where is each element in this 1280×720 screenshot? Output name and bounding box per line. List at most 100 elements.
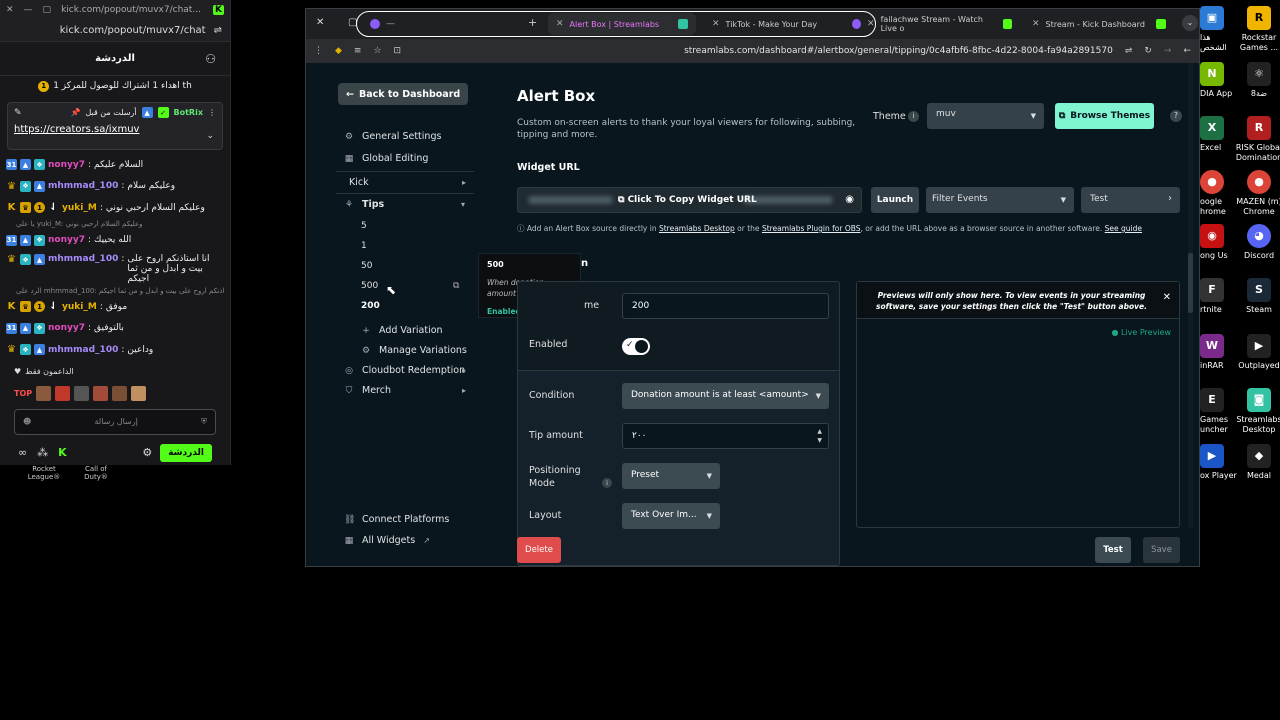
variation-item[interactable]: 500	[361, 281, 378, 291]
infinity-icon[interactable]: ∞	[18, 446, 27, 459]
site-info-icon[interactable]: ⊡	[394, 46, 402, 56]
chat-send-button[interactable]: الدردشة	[160, 443, 212, 462]
info-icon[interactable]: i	[908, 111, 919, 122]
close-icon[interactable]: ✕	[6, 5, 14, 15]
desktop-icon-streamlabs[interactable]: ◙ Streamlabs Desktop	[1230, 388, 1280, 435]
chat-message[interactable]: ♛ ❖ ▲ mhmmad_100: انا استاذنكم اروح على بيت …	[6, 251, 224, 285]
tip-amount-input[interactable]: ٢٠٠ ▲ ▼	[622, 423, 829, 449]
tab-list-chevron-icon[interactable]: ⌄	[1182, 15, 1198, 31]
menu-dots-icon[interactable]: ⋮	[314, 46, 323, 56]
chat-username[interactable]: nonyy7	[48, 235, 85, 245]
chat-message[interactable]: K ♛ 1 ⇃ yuki_M: وعليكم السلام ارحبي نوني	[6, 197, 224, 219]
chat-username[interactable]: yuki_M	[62, 302, 97, 312]
condition-select[interactable]: Donation amount is at least <amount> ▼	[622, 383, 829, 409]
new-tab-icon[interactable]: +	[528, 16, 537, 29]
restore-icon[interactable]: ▢	[43, 5, 52, 15]
delete-button[interactable]: Delete	[517, 537, 561, 563]
chat-message[interactable]: 31 ▲ ❖ nonyy7: الله يحييك	[6, 230, 224, 252]
variation-item[interactable]: 50	[361, 261, 372, 271]
chat-username[interactable]: mhmmad_100	[48, 181, 118, 191]
forward-icon[interactable]: →	[1164, 46, 1172, 56]
chat-username[interactable]: yuki_M	[62, 203, 97, 213]
gear-icon[interactable]: ⚙	[142, 446, 152, 459]
pin-icon[interactable]: 📌	[70, 108, 80, 117]
desktop-icon-risk[interactable]: R RISK Global Domination	[1230, 116, 1280, 163]
avatar[interactable]	[36, 386, 52, 401]
variation-item[interactable]: 5	[361, 221, 367, 231]
close-window-icon[interactable]: ✕	[316, 17, 324, 28]
nav-merch[interactable]: ⛉ Merch	[344, 385, 391, 396]
extension-icon[interactable]: ◆	[335, 46, 342, 56]
pinned-link[interactable]: https://creators.sa/ixmuv	[14, 124, 216, 135]
chat-message[interactable]: 31 ▲ ❖ nonyy7: بالتوفيق	[6, 318, 224, 340]
nav-general-settings[interactable]: ⚙ General Settings	[344, 131, 441, 142]
tab-alert-box[interactable]: ✕ Alert Box | Streamlabs	[548, 13, 696, 35]
tune-icon[interactable]: ⇌	[1125, 46, 1133, 56]
streamlabs-desktop-link[interactable]: Streamlabs Desktop	[659, 224, 735, 233]
shield-icon[interactable]: ⛨	[201, 417, 207, 427]
desktop-label-rocket-league[interactable]: Rocket League®	[26, 465, 62, 481]
help-icon[interactable]: ?	[1170, 110, 1182, 122]
close-tab-icon[interactable]: ✕	[867, 19, 875, 29]
url-field[interactable]: streamlabs.com/dashboard#/alertbox/gener…	[684, 46, 1113, 56]
duplicate-icon[interactable]: ⧉	[453, 281, 459, 291]
theme-select[interactable]: muv ▼	[927, 103, 1044, 129]
add-variation-button[interactable]: + Add Variation	[361, 325, 442, 336]
test-button[interactable]: Test	[1095, 537, 1131, 563]
variation-item-selected[interactable]: 200	[361, 301, 380, 311]
pin-icon[interactable]: ✎	[14, 108, 22, 118]
more-icon[interactable]: ⋮	[208, 108, 216, 117]
close-tab-icon[interactable]: ✕	[556, 19, 564, 29]
desktop-icon-outplayed[interactable]: ▶ Outplayed	[1230, 334, 1280, 371]
desktop-label-cod[interactable]: Call of Duty®	[78, 465, 114, 481]
minimize-icon[interactable]: —	[24, 5, 33, 15]
close-icon[interactable]: ✕	[1163, 292, 1171, 303]
tab-0[interactable]: —	[362, 13, 403, 35]
kick-icon[interactable]: K	[58, 446, 67, 459]
tab-failachwe[interactable]: ✕ failachwe Stream - Watch Live o	[844, 13, 1020, 35]
nav-kick[interactable]: Kick	[349, 177, 369, 188]
chat-input[interactable]: ☻ إرسال رسالة ⛨	[14, 408, 216, 435]
desktop-icon-rockstar[interactable]: R Rockstar Games ...	[1230, 6, 1280, 53]
browse-themes-button[interactable]: ⧉ Browse Themes	[1055, 103, 1154, 129]
chat-message[interactable]: 31 ▲ ❖ nonyy7: السلام عليكم	[6, 154, 224, 176]
scrollbar-thumb[interactable]	[1188, 253, 1193, 313]
copy-widget-url[interactable]: ⧉ Click To Copy Widget URL	[618, 195, 757, 205]
enabled-toggle[interactable]: ✓	[622, 338, 650, 355]
chat-message[interactable]: ♛ ❖ ▲ mhmmad_100: وداعين	[6, 339, 224, 361]
list-icon[interactable]: ≡	[354, 46, 362, 56]
desktop-icon-medal[interactable]: ◆ Medal	[1230, 444, 1280, 481]
dots-icon[interactable]: ⁂	[37, 446, 48, 459]
nav-global-editing[interactable]: ▦ Global Editing	[344, 153, 429, 164]
launch-button[interactable]: Launch	[871, 187, 919, 213]
manage-variations-button[interactable]: ⚙ Manage Variations	[361, 345, 467, 356]
test-dropdown[interactable]: Test ›	[1081, 187, 1180, 213]
chat-username[interactable]: mhmmad_100	[48, 345, 118, 355]
desktop-icon-steam[interactable]: S Steam	[1230, 278, 1280, 315]
see-guide-link[interactable]: See guide	[1105, 224, 1142, 233]
pinned-user[interactable]: BotRix	[174, 108, 203, 117]
desktop-icon-8[interactable]: ⚛ 8ضة	[1230, 62, 1280, 99]
avatar[interactable]	[112, 386, 128, 401]
variation-item[interactable]: 1	[361, 241, 367, 251]
layout-select[interactable]: Text Over Im... ▼	[622, 503, 720, 529]
star-icon[interactable]: ☆	[373, 46, 381, 56]
info-icon[interactable]: i	[602, 478, 612, 488]
settings-icon[interactable]: ⇌	[214, 25, 222, 36]
nav-connect-platforms[interactable]: ⛓ Connect Platforms	[344, 514, 449, 525]
chat-message[interactable]: ♛ ❖ ▲ mhmmad_100: وعليكم سلام	[6, 176, 224, 198]
nav-cloudbot-redemption[interactable]: ◎ Cloudbot Redemption	[344, 365, 465, 376]
avatar[interactable]	[74, 386, 90, 401]
avatar[interactable]	[55, 386, 71, 401]
desktop-icon-discord[interactable]: ◕ Discord	[1230, 224, 1280, 261]
chat-username[interactable]: nonyy7	[48, 323, 85, 333]
back-to-dashboard-button[interactable]: ← Back to Dashboard	[338, 83, 469, 105]
nav-tips[interactable]: ⚘ Tips	[344, 199, 384, 210]
back-icon[interactable]: ←	[1183, 46, 1191, 56]
streamlabs-obs-plugin-link[interactable]: Streamlabs Plugin for OBS	[762, 224, 861, 233]
close-tab-icon[interactable]: ✕	[712, 19, 720, 29]
chat-username[interactable]: mhmmad_100	[48, 254, 118, 264]
chat-username[interactable]: nonyy7	[48, 160, 85, 170]
variation-name-input[interactable]: 200	[622, 293, 829, 319]
emoji-icon[interactable]: ☻	[23, 417, 31, 426]
